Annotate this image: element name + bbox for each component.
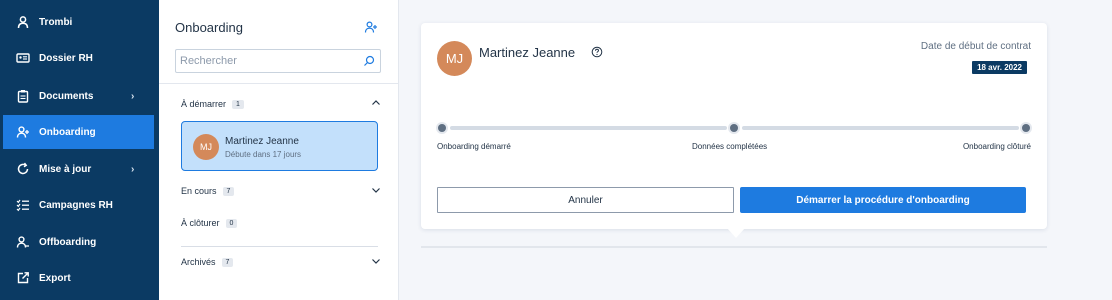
chevron-down-icon[interactable] — [371, 256, 381, 266]
sidebar-item-label: Trombi — [39, 16, 73, 28]
avatar: MJ — [437, 41, 472, 76]
sidebar-item-documents[interactable]: Documents › — [3, 79, 154, 113]
export-icon — [16, 271, 30, 285]
chevron-right-icon: › — [131, 163, 135, 175]
user-add-icon — [364, 21, 377, 33]
chevron-up-icon[interactable] — [371, 98, 381, 108]
sidebar-item-label: Mise à jour — [39, 163, 92, 175]
sidebar-item-mise-a-jour[interactable]: Mise à jour › — [3, 152, 154, 186]
search-icon[interactable] — [363, 55, 375, 67]
avatar: MJ — [193, 134, 219, 160]
section-label: Archivés — [181, 257, 216, 267]
user-add-icon — [16, 125, 30, 139]
sidebar-item-dossier-rh[interactable]: Dossier RH — [3, 41, 154, 75]
sidebar-item-offboarding[interactable]: Offboarding — [3, 225, 154, 259]
employee-name: Martinez Jeanne — [479, 45, 576, 60]
chevron-right-icon: › — [131, 90, 135, 102]
panel-title: Onboarding — [175, 20, 243, 35]
step-dot — [438, 124, 446, 132]
sidebar-item-export[interactable]: Export — [3, 261, 154, 295]
section-count: 7 — [222, 186, 235, 196]
sidebar-item-onboarding[interactable]: Onboarding — [3, 115, 154, 149]
start-onboarding-button[interactable]: Démarrer la procédure d'onboarding — [740, 187, 1026, 213]
progress-track — [742, 126, 1019, 130]
sidebar-item-label: Documents — [39, 90, 94, 102]
onboarding-detail-card: MJ Martinez Jeanne Date de début de cont… — [421, 23, 1047, 229]
sidebar: Trombi Dossier RH Documents › Onboarding… — [0, 0, 159, 300]
clipboard-icon — [16, 89, 30, 103]
card-pointer — [727, 228, 745, 238]
step-label-closed: Onboarding clôturé — [962, 142, 1031, 151]
sidebar-item-trombi[interactable]: Trombi — [3, 5, 154, 39]
sidebar-item-campagnes-rh[interactable]: Campagnes RH — [3, 188, 154, 222]
section-count: 1 — [232, 99, 244, 109]
sidebar-item-label: Dossier RH — [39, 52, 93, 64]
divider — [159, 83, 399, 84]
section-label: À démarrer — [181, 99, 227, 109]
candidate-card[interactable]: MJ Martinez Jeanne Débute dans 17 jours — [181, 121, 378, 171]
section-archived[interactable]: Archivés 7 — [181, 255, 381, 269]
chevron-down-icon[interactable] — [371, 185, 381, 195]
candidate-name: Martinez Jeanne — [225, 136, 299, 147]
id-card-icon — [16, 51, 30, 65]
contract-start-date-badge: 18 avr. 2022 — [972, 61, 1027, 74]
step-label-data-completed: Données complétées — [692, 142, 768, 151]
step-dot — [730, 124, 738, 132]
section-to-close[interactable]: À clôturer 0 — [181, 216, 381, 230]
onboarding-list-panel: Onboarding À démarrer 1 MJ Martinez Jean… — [159, 0, 399, 300]
divider — [181, 246, 378, 247]
progress-track — [450, 126, 727, 130]
search-input[interactable] — [176, 50, 356, 72]
step-dot — [1022, 124, 1030, 132]
sidebar-item-label: Export — [39, 272, 71, 284]
candidate-start-info: Débute dans 17 jours — [225, 150, 302, 159]
user-remove-icon — [16, 235, 30, 249]
section-count: 0 — [225, 218, 238, 228]
add-user-button[interactable] — [364, 20, 378, 34]
sidebar-item-label: Offboarding — [39, 236, 97, 248]
section-to-start[interactable]: À démarrer 1 — [181, 97, 381, 111]
search-box — [175, 49, 381, 73]
contract-start-label: Date de début de contrat — [920, 41, 1031, 52]
section-label: À clôturer — [181, 218, 220, 228]
user-icon — [16, 15, 30, 29]
sidebar-item-label: Onboarding — [39, 126, 96, 138]
help-icon[interactable] — [591, 46, 603, 58]
cancel-button[interactable]: Annuler — [437, 187, 734, 213]
checklist-icon — [16, 198, 30, 212]
card-underline — [421, 246, 1047, 248]
sidebar-item-label: Campagnes RH — [39, 199, 113, 211]
section-count: 7 — [221, 257, 234, 267]
section-label: En cours — [181, 186, 217, 196]
refresh-icon — [16, 162, 30, 176]
step-label-started: Onboarding démarré — [437, 142, 511, 151]
section-in-progress[interactable]: En cours 7 — [181, 184, 381, 198]
